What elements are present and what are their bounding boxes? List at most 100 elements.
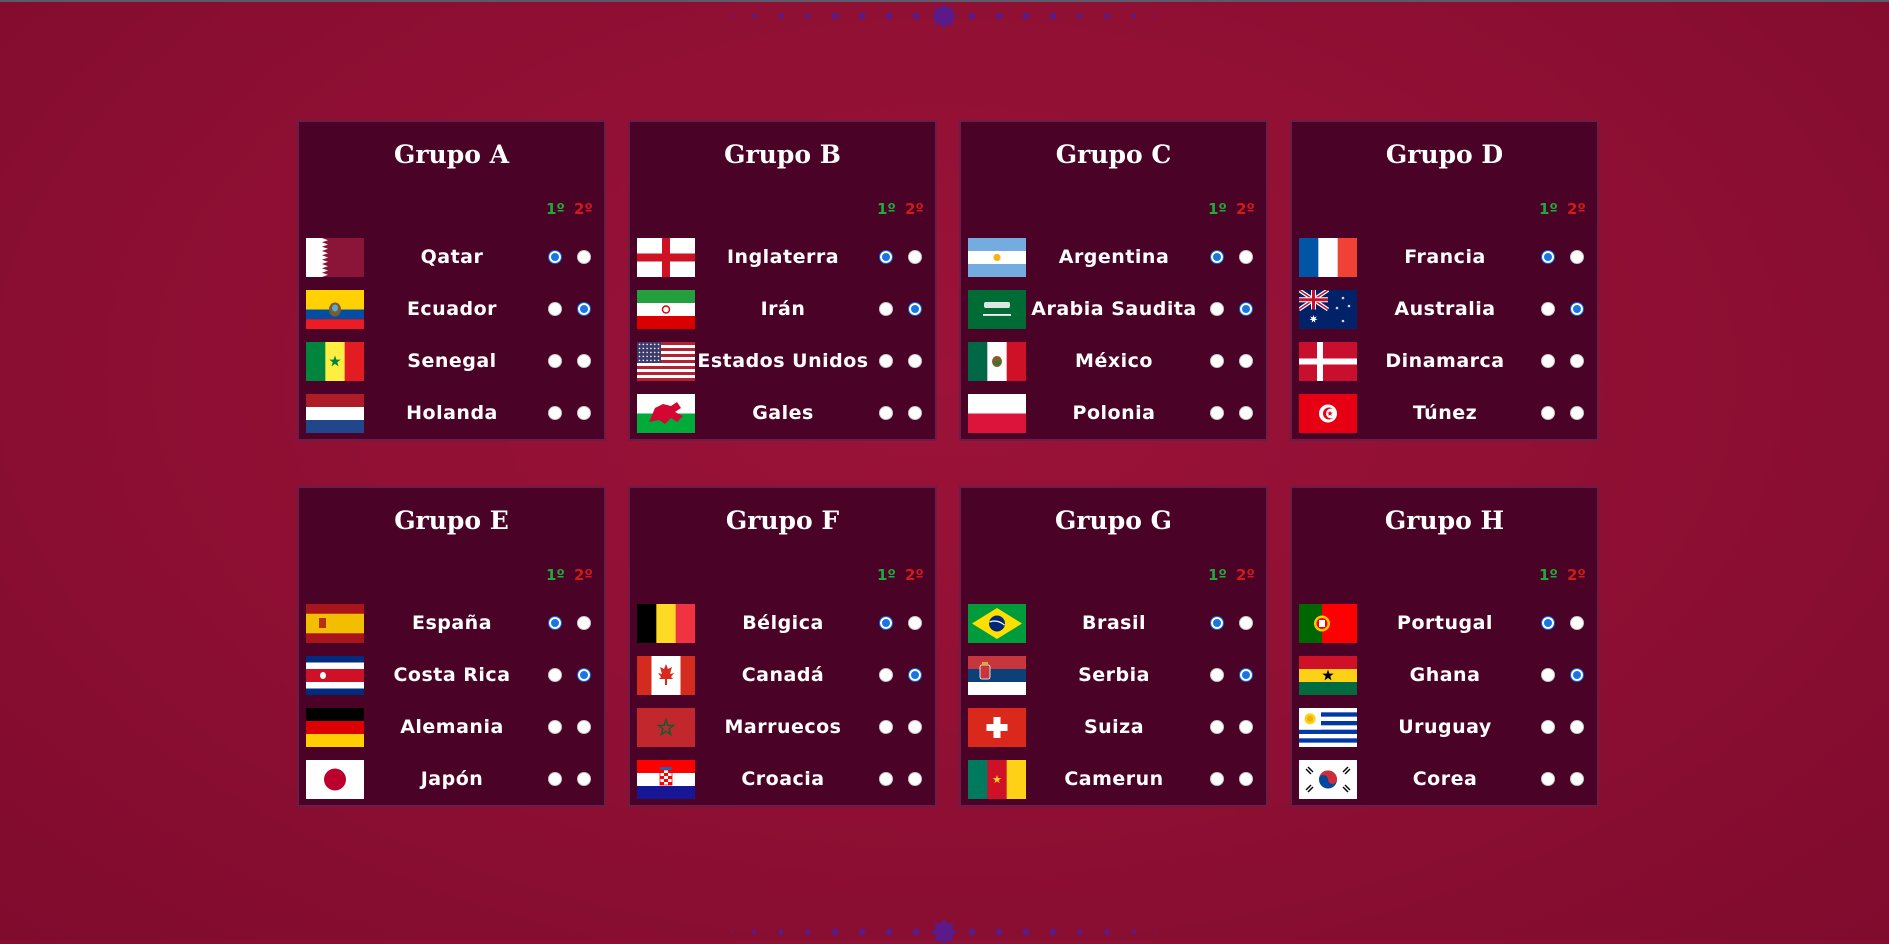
first-place-radio[interactable] [879,354,893,368]
second-place-radio[interactable] [908,302,922,316]
first-place-header: 1º [877,566,896,584]
usa-flag [637,342,695,381]
second-place-radio[interactable] [1239,668,1253,682]
first-place-radio[interactable] [548,772,562,786]
second-place-radio[interactable] [577,616,591,630]
team-row: Qatar [299,238,604,278]
second-place-radio[interactable] [577,406,591,420]
first-place-radio[interactable] [1210,354,1224,368]
team-name: Serbia [1078,664,1150,686]
first-place-radio[interactable] [879,720,893,734]
team-row: Bélgica [630,604,935,644]
first-place-header: 1º [1539,200,1558,218]
team-name: México [1075,350,1153,372]
second-place-radio[interactable] [1570,406,1584,420]
first-place-radio[interactable] [879,406,893,420]
first-place-radio[interactable] [1541,302,1555,316]
first-place-radio[interactable] [1210,406,1224,420]
first-place-radio[interactable] [1210,302,1224,316]
korea-flag [1299,760,1357,799]
argentina-flag [968,238,1026,277]
second-place-radio[interactable] [1239,406,1253,420]
second-place-radio[interactable] [1239,772,1253,786]
iran-flag [637,290,695,329]
second-place-radio[interactable] [577,302,591,316]
group-title: Grupo G [1055,506,1172,535]
team-row: México [961,342,1266,382]
first-place-radio[interactable] [879,772,893,786]
first-place-radio[interactable] [1541,668,1555,682]
netherlands-flag [306,394,364,433]
second-place-header: 2º [574,566,593,584]
second-place-radio[interactable] [577,250,591,264]
team-row: Uruguay [1292,708,1597,748]
first-place-radio[interactable] [879,302,893,316]
second-place-radio[interactable] [1570,668,1584,682]
first-place-radio[interactable] [1210,720,1224,734]
team-name: Suiza [1083,716,1145,738]
team-name: Uruguay [1398,716,1492,738]
first-place-radio[interactable] [879,250,893,264]
second-place-radio[interactable] [908,668,922,682]
group-card: Grupo B 1º 2º Inglaterra Irán Estados Unidos G… [628,120,937,441]
first-place-radio[interactable] [548,302,562,316]
second-place-header: 2º [574,200,593,218]
second-place-radio[interactable] [1239,250,1253,264]
second-place-radio[interactable] [577,720,591,734]
team-name: Ecuador [406,298,498,320]
first-place-radio[interactable] [1210,250,1224,264]
first-place-radio[interactable] [548,406,562,420]
first-place-radio[interactable] [1210,772,1224,786]
second-place-radio[interactable] [908,406,922,420]
team-name: Francia [1404,246,1486,268]
group-card: Grupo D 1º 2º Francia Australia Dinamarca Túne… [1290,120,1599,441]
second-place-radio[interactable] [1239,720,1253,734]
first-place-radio[interactable] [1210,616,1224,630]
first-place-radio[interactable] [548,616,562,630]
second-place-radio[interactable] [908,720,922,734]
denmark-flag [1299,342,1357,381]
first-place-radio[interactable] [1541,720,1555,734]
first-place-radio[interactable] [1541,354,1555,368]
second-place-radio[interactable] [908,250,922,264]
senegal-flag [306,342,364,381]
second-place-header: 2º [1236,566,1255,584]
second-place-radio[interactable] [908,354,922,368]
second-place-radio[interactable] [1570,772,1584,786]
second-place-radio[interactable] [1239,302,1253,316]
second-place-radio[interactable] [908,616,922,630]
first-place-radio[interactable] [548,720,562,734]
germany-flag [306,708,364,747]
group-title: Grupo A [394,140,509,169]
first-place-radio[interactable] [879,616,893,630]
first-place-radio[interactable] [548,668,562,682]
first-place-radio[interactable] [1541,772,1555,786]
team-name: Túnez [1412,402,1478,424]
first-place-radio[interactable] [1210,668,1224,682]
second-place-radio[interactable] [1239,616,1253,630]
second-place-radio[interactable] [577,668,591,682]
second-place-radio[interactable] [1570,302,1584,316]
team-row: Holanda [299,394,604,434]
second-place-radio[interactable] [577,772,591,786]
team-row: Serbia [961,656,1266,696]
first-place-header: 1º [1208,200,1227,218]
first-place-radio[interactable] [1541,616,1555,630]
second-place-radio[interactable] [1570,720,1584,734]
team-name: Japón [420,768,484,790]
second-place-radio[interactable] [1239,354,1253,368]
first-place-radio[interactable] [548,354,562,368]
second-place-radio[interactable] [1570,616,1584,630]
team-name: Ghana [1409,664,1481,686]
second-place-radio[interactable] [908,772,922,786]
second-place-radio[interactable] [1570,250,1584,264]
second-place-radio[interactable] [1570,354,1584,368]
team-name: Corea [1412,768,1478,790]
second-place-radio[interactable] [577,354,591,368]
first-place-radio[interactable] [1541,250,1555,264]
costa-rica-flag [306,656,364,695]
first-place-radio[interactable] [879,668,893,682]
first-place-radio[interactable] [548,250,562,264]
first-place-radio[interactable] [1541,406,1555,420]
team-name: Camerun [1064,768,1164,790]
